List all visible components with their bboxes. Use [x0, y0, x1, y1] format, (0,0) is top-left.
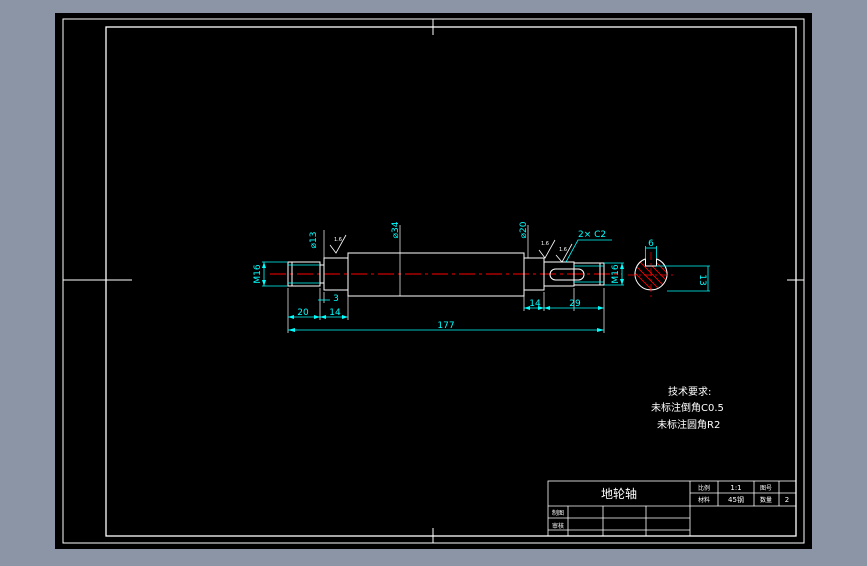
dim-length-total: 177: [437, 321, 454, 331]
notes-line-2: 未标注圆角R2: [657, 418, 720, 431]
dim-d13: ⌀13: [309, 232, 319, 249]
notes-line-1: 未标注倒角C0.5: [651, 401, 724, 414]
dim-d20: ⌀20: [519, 221, 529, 238]
roughness-value-3: 1.6: [559, 247, 567, 253]
cad-drawing-viewport[interactable]: ⌀13 ⌀34 ⌀20 M16 M16 20 14 3 14 29 177 2×…: [0, 0, 867, 562]
dim-d34: ⌀34: [391, 221, 401, 238]
quantity-value: 2: [785, 496, 789, 504]
dim-length-14-right: 14: [529, 299, 541, 309]
material-value: 45钢: [728, 495, 744, 504]
quantity-label: 数量: [760, 496, 772, 504]
dim-thread-left: M16: [253, 264, 263, 283]
dim-length-3: 3: [333, 294, 339, 304]
roughness-value-1: 1.6: [334, 237, 342, 243]
drawn-by-label: 制图: [552, 509, 564, 517]
dim-section-depth: 13: [697, 274, 707, 285]
drawing-no-label: 图号: [760, 485, 772, 492]
dim-length-29: 29: [569, 299, 581, 309]
dim-thread-right: M16: [611, 264, 621, 283]
notes-heading: 技术要求:: [668, 385, 711, 398]
material-label: 材料: [698, 496, 710, 504]
scale-value: 1:1: [730, 484, 741, 492]
scale-label: 比例: [698, 484, 710, 492]
chamfer-note: 2× C2: [578, 230, 606, 240]
dim-length-20: 20: [297, 308, 309, 318]
dim-length-14-left: 14: [329, 308, 341, 318]
drawing-canvas: ⌀13 ⌀34 ⌀20 M16 M16 20 14 3 14 29 177 2×…: [55, 13, 812, 549]
roughness-value-2: 1.6: [541, 241, 549, 247]
dim-key-width: 6: [648, 239, 654, 249]
part-name: 地轮轴: [601, 486, 637, 501]
checked-by-label: 审核: [552, 522, 564, 530]
